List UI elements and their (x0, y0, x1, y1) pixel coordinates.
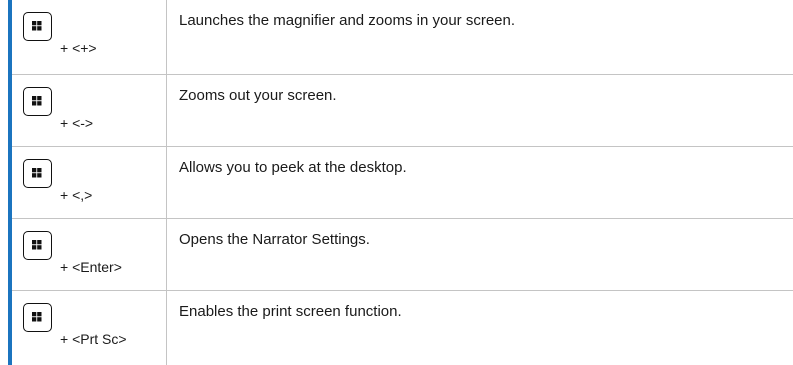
windows-key-icon (23, 302, 52, 332)
shortcut-description: Launches the magnifier and zooms in your… (179, 12, 516, 29)
key-combo-cell: + <-> (12, 74, 167, 147)
shortcut-description: Zooms out your screen. (179, 86, 337, 104)
key-combo-text: + <+> (60, 40, 97, 56)
shortcut-description: Allows you to peek at the desktop. (179, 158, 407, 176)
shortcut-row: + <Prt Sc> Enables the print screen func… (12, 290, 793, 365)
key-combo-cell: + <Prt Sc> (12, 290, 167, 365)
shortcut-row: + <-> Zooms out your screen. (12, 74, 793, 147)
windows-key-icon (23, 12, 52, 41)
shortcut-row: + <,> Allows you to peek at the desktop. (12, 146, 793, 219)
windows-key-icon (23, 230, 52, 260)
description-cell: Launches the magnifier and zooms in your… (166, 0, 793, 75)
shortcut-description: Enables the print screen function. (179, 302, 402, 320)
key-combo-text: + <Enter> (60, 258, 122, 275)
description-cell: Opens the Narrator Settings. (166, 218, 793, 291)
key-combo-cell: + <Enter> (12, 218, 167, 291)
key-combo-text: + <-> (60, 114, 94, 131)
windows-key-icon (23, 86, 52, 116)
description-cell: Allows you to peek at the desktop. (166, 146, 793, 219)
shortcut-table: + <+> Launches the magnifier and zooms i… (12, 0, 793, 365)
shortcut-row: + <+> Launches the magnifier and zooms i… (12, 0, 793, 75)
description-cell: Enables the print screen function. (167, 290, 793, 365)
key-combo-text: + <,> (60, 186, 93, 203)
shortcut-row: + <Enter> Opens the Narrator Settings. (12, 218, 793, 291)
description-cell: Zooms out your screen. (166, 74, 793, 147)
shortcut-description: Opens the Narrator Settings. (179, 230, 370, 248)
windows-key-icon (23, 158, 52, 188)
key-combo-cell: + <+> (12, 0, 167, 75)
key-combo-text: + <Prt Sc> (60, 330, 127, 347)
key-combo-cell: + <,> (12, 146, 167, 219)
